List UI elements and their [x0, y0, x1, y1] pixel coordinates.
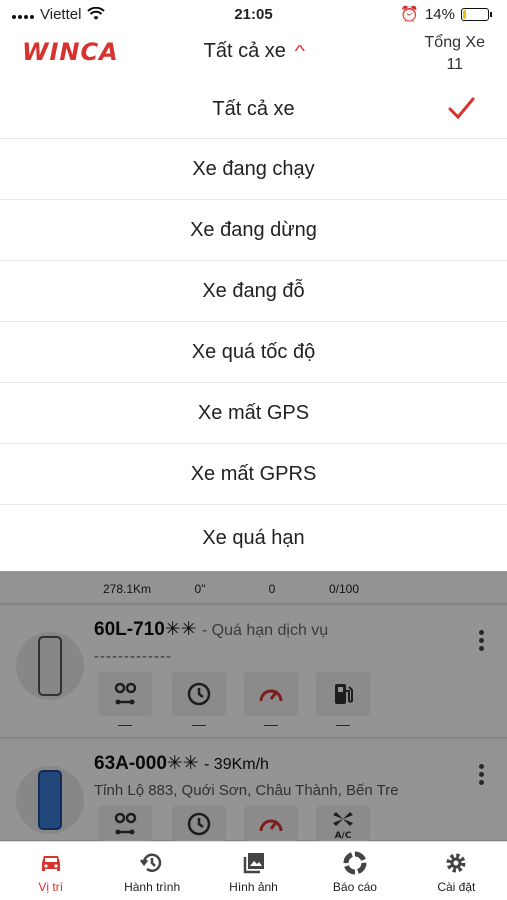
filter-option-running[interactable]: Xe đang chạy [0, 139, 507, 200]
status-left: Viettel [12, 5, 106, 23]
nav-item-settings[interactable]: Cài đặt [406, 842, 507, 900]
gear-icon [446, 853, 466, 873]
filter-dropdown: Tất cả xe Xe đang chạy Xe đang dừng Xe đ… [0, 80, 507, 571]
app-screen: Viettel 21:05 ⏰ 14% WINCA Tất cả xe ^ Tổ… [0, 0, 507, 900]
option-label: Xe quá hạn [202, 526, 305, 549]
option-label: Xe đang dừng [190, 218, 317, 241]
filter-option-expired[interactable]: Xe quá hạn [0, 505, 507, 571]
nav-item-reports[interactable]: Báo cáo [304, 842, 405, 900]
battery-level [463, 9, 466, 19]
car-icon [41, 856, 60, 871]
total-vehicles: Tổng Xe 11 [425, 32, 485, 76]
gallery-icon [243, 853, 264, 874]
report-icon [343, 851, 367, 875]
status-right: ⏰ 14% [400, 5, 492, 23]
app-header: WINCA Tất cả xe ^ Tổng Xe 11 [0, 28, 507, 80]
option-label: Xe mất GPRS [190, 462, 317, 485]
history-icon [140, 853, 162, 872]
filter-option-no-gprs[interactable]: Xe mất GPRS [0, 444, 507, 505]
checkmark-icon [448, 97, 475, 120]
filter-option-overspeed[interactable]: Xe quá tốc độ [0, 322, 507, 383]
nav-item-images[interactable]: Hình ảnh [203, 842, 304, 900]
nav-label: Hành trình [124, 880, 181, 894]
carrier-label: Viettel [40, 5, 82, 23]
dim-overlay[interactable] [0, 566, 507, 841]
filter-option-no-gps[interactable]: Xe mất GPS [0, 383, 507, 444]
battery-icon [461, 7, 492, 21]
nav-item-history[interactable]: Hành trình [101, 842, 202, 900]
battery-percent: 14% [424, 5, 455, 23]
alarm-icon: ⏰ [400, 6, 419, 23]
nav-item-location[interactable]: Vị trí [0, 842, 101, 900]
nav-label: Hình ảnh [229, 880, 278, 894]
option-label: Xe mất GPS [197, 401, 310, 424]
total-label: Tổng Xe [424, 34, 485, 51]
filter-option-all[interactable]: Tất cả xe [0, 80, 507, 139]
option-label: Xe đang chạy [192, 157, 315, 180]
nav-label: Vị trí [38, 880, 64, 894]
nav-label: Báo cáo [332, 880, 377, 894]
filter-option-stopped[interactable]: Xe đang dừng [0, 200, 507, 261]
option-label: Xe quá tốc độ [191, 340, 316, 363]
wifi-icon [87, 7, 106, 20]
status-bar: Viettel 21:05 ⏰ 14% [0, 0, 507, 28]
signal-icon [12, 9, 34, 19]
bottom-nav: Vị trí Hành trình Hình ảnh Báo cáo Cài đ… [0, 841, 507, 900]
filter-option-parked[interactable]: Xe đang đỗ [0, 261, 507, 322]
option-label: Xe đang đỗ [202, 279, 305, 302]
filter-label: Tất cả xe [203, 40, 286, 62]
chevron-up-icon: ^ [294, 42, 305, 60]
nav-label: Cài đặt [437, 880, 476, 894]
total-count: 11 [446, 56, 464, 73]
option-label: Tất cả xe [212, 97, 295, 120]
